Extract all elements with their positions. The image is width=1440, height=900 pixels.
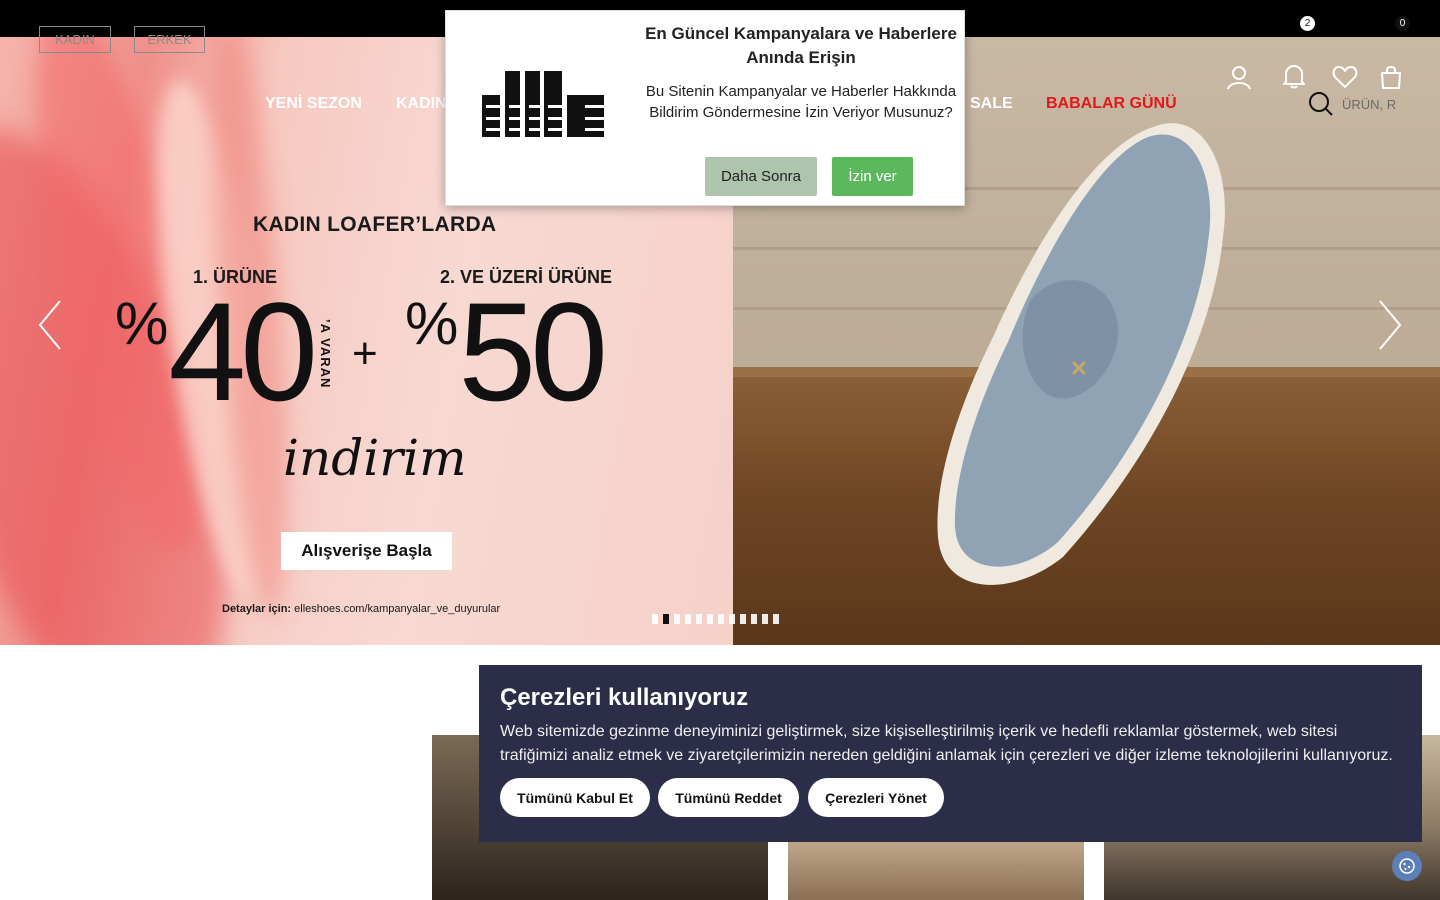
nav-yeni-sezon[interactable]: YENİ SEZON	[265, 95, 362, 113]
nav-kadin[interactable]: KADIN	[396, 95, 447, 113]
previous-slide-arrow-icon[interactable]	[38, 299, 62, 351]
slider-dot[interactable]	[740, 614, 746, 624]
slider-dot[interactable]	[718, 614, 724, 624]
slider-dot[interactable]	[729, 614, 735, 624]
plus-sign: +	[352, 329, 378, 378]
slider-dot[interactable]	[663, 614, 669, 624]
slider-dot[interactable]	[674, 614, 680, 624]
notification-bell-icon[interactable]	[1281, 63, 1307, 89]
reject-all-cookies-button[interactable]: Tümünü Reddet	[658, 778, 799, 817]
notification-count-badge: 2	[1300, 16, 1315, 31]
later-button[interactable]: Daha Sonra	[705, 157, 817, 196]
wishlist-heart-icon[interactable]	[1332, 64, 1358, 90]
notification-permission-modal: En Güncel Kampanyalara ve Haberlere Anın…	[445, 10, 965, 206]
slider-dot[interactable]	[762, 614, 768, 624]
promo-title: KADIN LOAFER’LARDA	[253, 213, 497, 236]
slider-dot[interactable]	[685, 614, 691, 624]
nav-sale[interactable]: SALE	[970, 95, 1013, 113]
cookie-icon	[1399, 858, 1415, 874]
nav-babalar-gunu[interactable]: BABALAR GÜNÜ	[1046, 95, 1177, 113]
slider-dot[interactable]	[707, 614, 713, 624]
gender-tab-erkek[interactable]: ERKEK	[134, 26, 205, 53]
start-shopping-button[interactable]: Alışverişe Başla	[281, 532, 452, 570]
slider-dot[interactable]	[751, 614, 757, 624]
manage-cookies-button[interactable]: Çerezleri Yönet	[808, 778, 944, 817]
cookie-banner-text: Web sitemizde gezinme deneyiminizi geliş…	[500, 723, 1393, 764]
cookie-banner-title: Çerezleri kullanıyoruz	[500, 684, 749, 711]
discount-first: %40	[115, 273, 318, 430]
next-slide-arrow-icon[interactable]	[1378, 299, 1402, 351]
discount-varan-label: ’A VARAN	[318, 319, 333, 389]
cookie-consent-banner: Çerezleri kullanıyoruz Web sitemizde gez…	[479, 665, 1422, 842]
user-account-icon[interactable]	[1226, 64, 1252, 90]
discount-second: %50	[405, 273, 608, 430]
search-icon[interactable]	[1308, 91, 1334, 117]
slider-pagination[interactable]	[652, 614, 779, 624]
slider-dot[interactable]	[696, 614, 702, 624]
notification-modal-title: En Güncel Kampanyalara ve Haberlere Anın…	[645, 24, 957, 67]
allow-button[interactable]: İzin ver	[832, 157, 913, 196]
shopping-bag-icon[interactable]	[1378, 64, 1404, 90]
gender-tab-kadin[interactable]: KADIN	[39, 26, 111, 53]
promo-indirim: indirim	[283, 429, 467, 487]
slider-dot[interactable]	[652, 614, 658, 624]
cookie-settings-button[interactable]	[1392, 851, 1422, 881]
search-box[interactable]: ÜRÜN, R	[1308, 91, 1396, 117]
search-input[interactable]: ÜRÜN, R	[1342, 97, 1396, 112]
brand-logo-icon	[482, 71, 604, 137]
promo-details: Detaylar için: elleshoes.com/kampanyalar…	[222, 603, 501, 615]
notification-modal-text: Bu Sitenin Kampanyalar ve Haberler Hakkı…	[645, 83, 957, 121]
slider-dot[interactable]	[773, 614, 779, 624]
accept-all-cookies-button[interactable]: Tümünü Kabul Et	[500, 778, 650, 817]
cart-count-badge: 0	[1395, 16, 1410, 31]
